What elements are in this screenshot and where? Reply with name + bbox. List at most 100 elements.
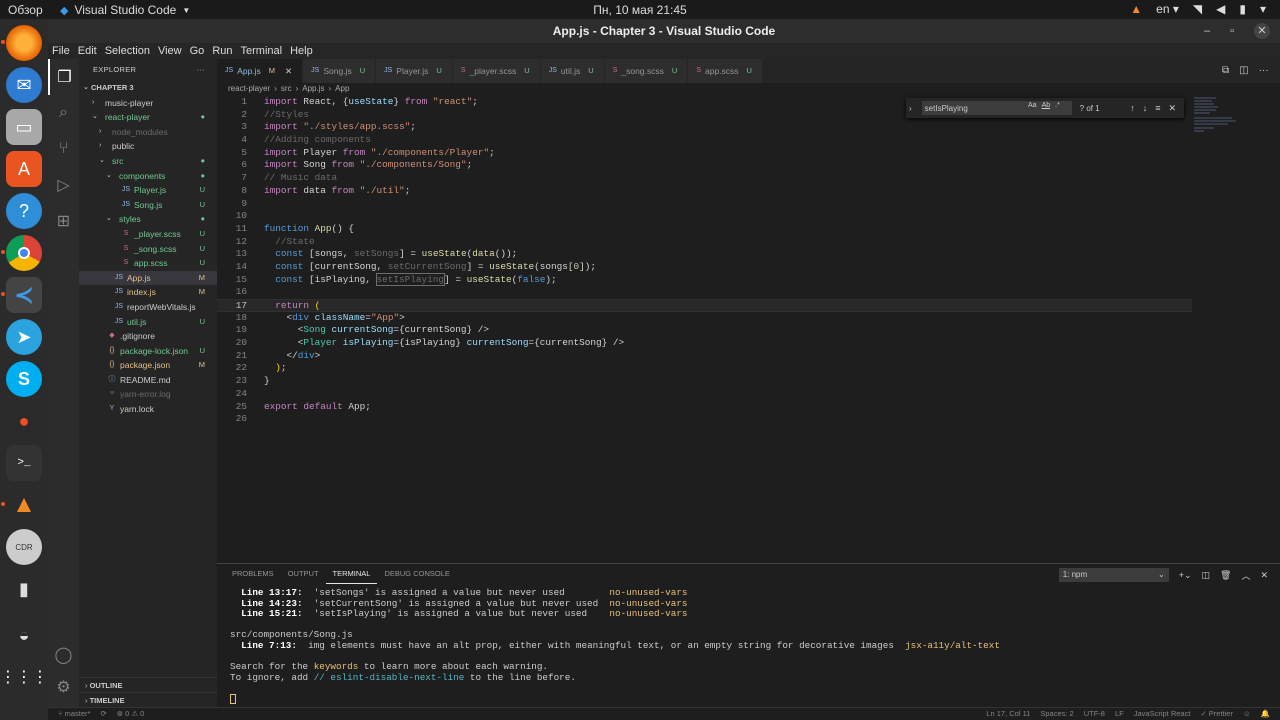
more-actions-icon[interactable]: ··· — [197, 59, 205, 81]
panel-tab-output[interactable]: OUTPUT — [281, 564, 326, 584]
notifications-icon[interactable]: 🔔 — [1261, 709, 1270, 718]
breadcrumb-item[interactable]: App.js — [302, 84, 324, 96]
tree-item[interactable]: S _player.scss U — [79, 227, 217, 242]
manage-gear-icon[interactable]: ⚙ — [48, 669, 79, 705]
tree-item[interactable]: JS Song.js U — [79, 198, 217, 213]
figma-icon[interactable]: ● — [6, 403, 42, 439]
app-menu[interactable]: ◆ Visual Studio Code ▼ — [60, 3, 190, 17]
firefox-icon[interactable] — [1, 25, 42, 61]
system-tray[interactable]: ▲ en ▾ ◥ ◀ ▮ ▾ — [1130, 2, 1266, 16]
tree-item[interactable]: JS index.js M — [79, 285, 217, 300]
match-case-icon[interactable]: Aa — [1028, 102, 1037, 109]
run-debug-icon[interactable]: ▷ — [48, 167, 79, 203]
accounts-icon[interactable]: ◯ — [48, 637, 79, 673]
panel-tab-terminal[interactable]: TERMINAL — [325, 564, 378, 584]
tree-item[interactable]: JS reportWebVitals.js — [79, 300, 217, 315]
indentation[interactable]: Spaces: 2 — [1040, 709, 1073, 718]
timeline-section[interactable]: › TIMELINE — [79, 692, 217, 707]
encoding[interactable]: UTF-8 — [1084, 709, 1105, 718]
tree-item[interactable]: ⌄ src ● — [79, 154, 217, 169]
menu-item-selection[interactable]: Selection — [101, 43, 154, 59]
match-whole-word-icon[interactable]: Ab — [1042, 102, 1051, 109]
search-icon[interactable]: ⌕ — [48, 95, 79, 131]
sync-icon[interactable]: ⟳ — [100, 709, 106, 718]
next-match-icon[interactable]: ↓ — [1143, 103, 1148, 114]
tab-util-js[interactable]: JS util.js U — [540, 59, 605, 83]
thunderbird-icon[interactable]: ✉ — [6, 67, 42, 103]
tab-app-scss[interactable]: Sapp.scss U — [688, 59, 763, 83]
prettier-status[interactable]: ✓ Prettier — [1200, 709, 1233, 718]
breadcrumb-item[interactable]: src — [281, 84, 292, 96]
cursor-position[interactable]: Ln 17, Col 11 — [986, 709, 1030, 718]
tree-item[interactable]: {} package-lock.json U — [79, 344, 217, 359]
maximize-icon[interactable]: ▫ — [1230, 19, 1234, 43]
toggle-replace-icon[interactable]: › — [909, 104, 912, 113]
menu-item-view[interactable]: View — [154, 43, 186, 59]
wifi-icon[interactable]: ◥ — [1193, 2, 1202, 16]
close-find-icon[interactable]: ✕ — [1168, 103, 1176, 114]
tab--song-scss[interactable]: S _song.scss U — [604, 59, 689, 83]
tree-item[interactable]: ⌄ styles ● — [79, 212, 217, 227]
chrome-icon[interactable] — [1, 235, 42, 271]
show-applications-icon[interactable]: ⋮⋮⋮ — [0, 659, 48, 695]
workspace-section[interactable]: ⌄ CHAPTER 3 — [79, 81, 217, 96]
breadcrumb-item[interactable]: App — [335, 84, 349, 96]
software-center-icon[interactable]: A — [6, 151, 42, 187]
cdr-disk-icon[interactable]: CDR — [6, 529, 42, 565]
panel-tab-problems[interactable]: PROBLEMS — [225, 564, 281, 584]
menu-item-edit[interactable]: Edit — [74, 43, 101, 59]
maximize-panel-icon[interactable]: ︿ — [1241, 569, 1250, 582]
menu-item-terminal[interactable]: Terminal — [237, 43, 287, 59]
code-editor[interactable]: 1 import React, {useState} from "react"; 2… — [217, 96, 1192, 558]
power-menu-icon[interactable]: ▾ — [1260, 2, 1266, 16]
close-tab-icon[interactable]: ✕ — [285, 59, 292, 83]
more-actions-icon[interactable]: ··· — [1259, 65, 1269, 76]
menu-item-run[interactable]: Run — [208, 43, 236, 59]
split-editor-icon[interactable]: ◫ — [1239, 65, 1248, 76]
end-of-line[interactable]: LF — [1115, 709, 1124, 718]
breadcrumb-item[interactable]: react-player — [228, 84, 270, 96]
tree-item[interactable]: ≡ yarn-error.log — [79, 387, 217, 402]
new-terminal-icon[interactable]: +⌄ — [1179, 570, 1192, 581]
regex-icon[interactable]: .* — [1055, 102, 1060, 109]
tree-item[interactable]: ⌄ react-player ● — [79, 110, 217, 125]
panel-tab-debug-console[interactable]: DEBUG CONSOLE — [377, 564, 456, 584]
close-panel-icon[interactable]: ✕ — [1260, 570, 1268, 581]
tree-item[interactable]: Sapp.scss U — [79, 256, 217, 271]
previous-match-icon[interactable]: ↑ — [1130, 103, 1135, 114]
terminal-icon[interactable]: >_ — [6, 445, 42, 481]
tree-item[interactable]: Yyarn.lock — [79, 402, 217, 417]
tree-item[interactable]: › node_modules — [79, 125, 217, 140]
tab-song-js[interactable]: JS Song.js U — [303, 59, 377, 83]
menu-item-go[interactable]: Go — [186, 43, 209, 59]
trash-icon[interactable]: ◒ — [6, 617, 42, 653]
volume-icon[interactable]: ◀ — [1216, 2, 1225, 16]
activities-button[interactable]: Обзор — [8, 3, 43, 17]
menu-item-file[interactable]: File — [48, 43, 74, 59]
explorer-icon[interactable]: ❐ — [48, 59, 79, 95]
close-icon[interactable]: ✕ — [1254, 23, 1270, 39]
tree-item[interactable]: JS util.js U — [79, 315, 217, 330]
help-icon[interactable]: ? — [6, 193, 42, 229]
terminal-output[interactable]: Line 13:17: 'setSongs' is assigned a val… — [230, 587, 1000, 705]
tree-item[interactable]: S _song.scss U — [79, 242, 217, 257]
source-control-icon[interactable]: ⑂ — [48, 131, 79, 167]
minimap[interactable] — [1192, 96, 1272, 136]
kill-terminal-icon[interactable]: 🗑 — [1220, 570, 1231, 581]
tree-item[interactable]: {} package.json M — [79, 358, 217, 373]
tree-item[interactable]: ⌄ components ● — [79, 169, 217, 184]
tree-item[interactable]: JS Player.js U — [79, 183, 217, 198]
usb-drive-icon[interactable]: ▮ — [6, 571, 42, 607]
tree-item[interactable]: ⓘ README.md — [79, 373, 217, 388]
language-mode[interactable]: JavaScript React — [1134, 709, 1191, 718]
open-changes-icon[interactable]: ⧉ — [1222, 65, 1229, 76]
tree-item[interactable]: ◆ .gitignore — [79, 329, 217, 344]
split-terminal-icon[interactable]: ◫ — [1201, 570, 1210, 581]
skype-icon[interactable]: S — [6, 361, 42, 397]
language-indicator[interactable]: en ▾ — [1156, 2, 1179, 16]
tree-item[interactable]: › music-player — [79, 96, 217, 111]
files-icon[interactable]: ▭ — [6, 109, 42, 145]
tab--player-scss[interactable]: S _player.scss U — [452, 59, 541, 83]
minimize-icon[interactable]: – — [1204, 19, 1210, 43]
menu-item-help[interactable]: Help — [286, 43, 317, 59]
